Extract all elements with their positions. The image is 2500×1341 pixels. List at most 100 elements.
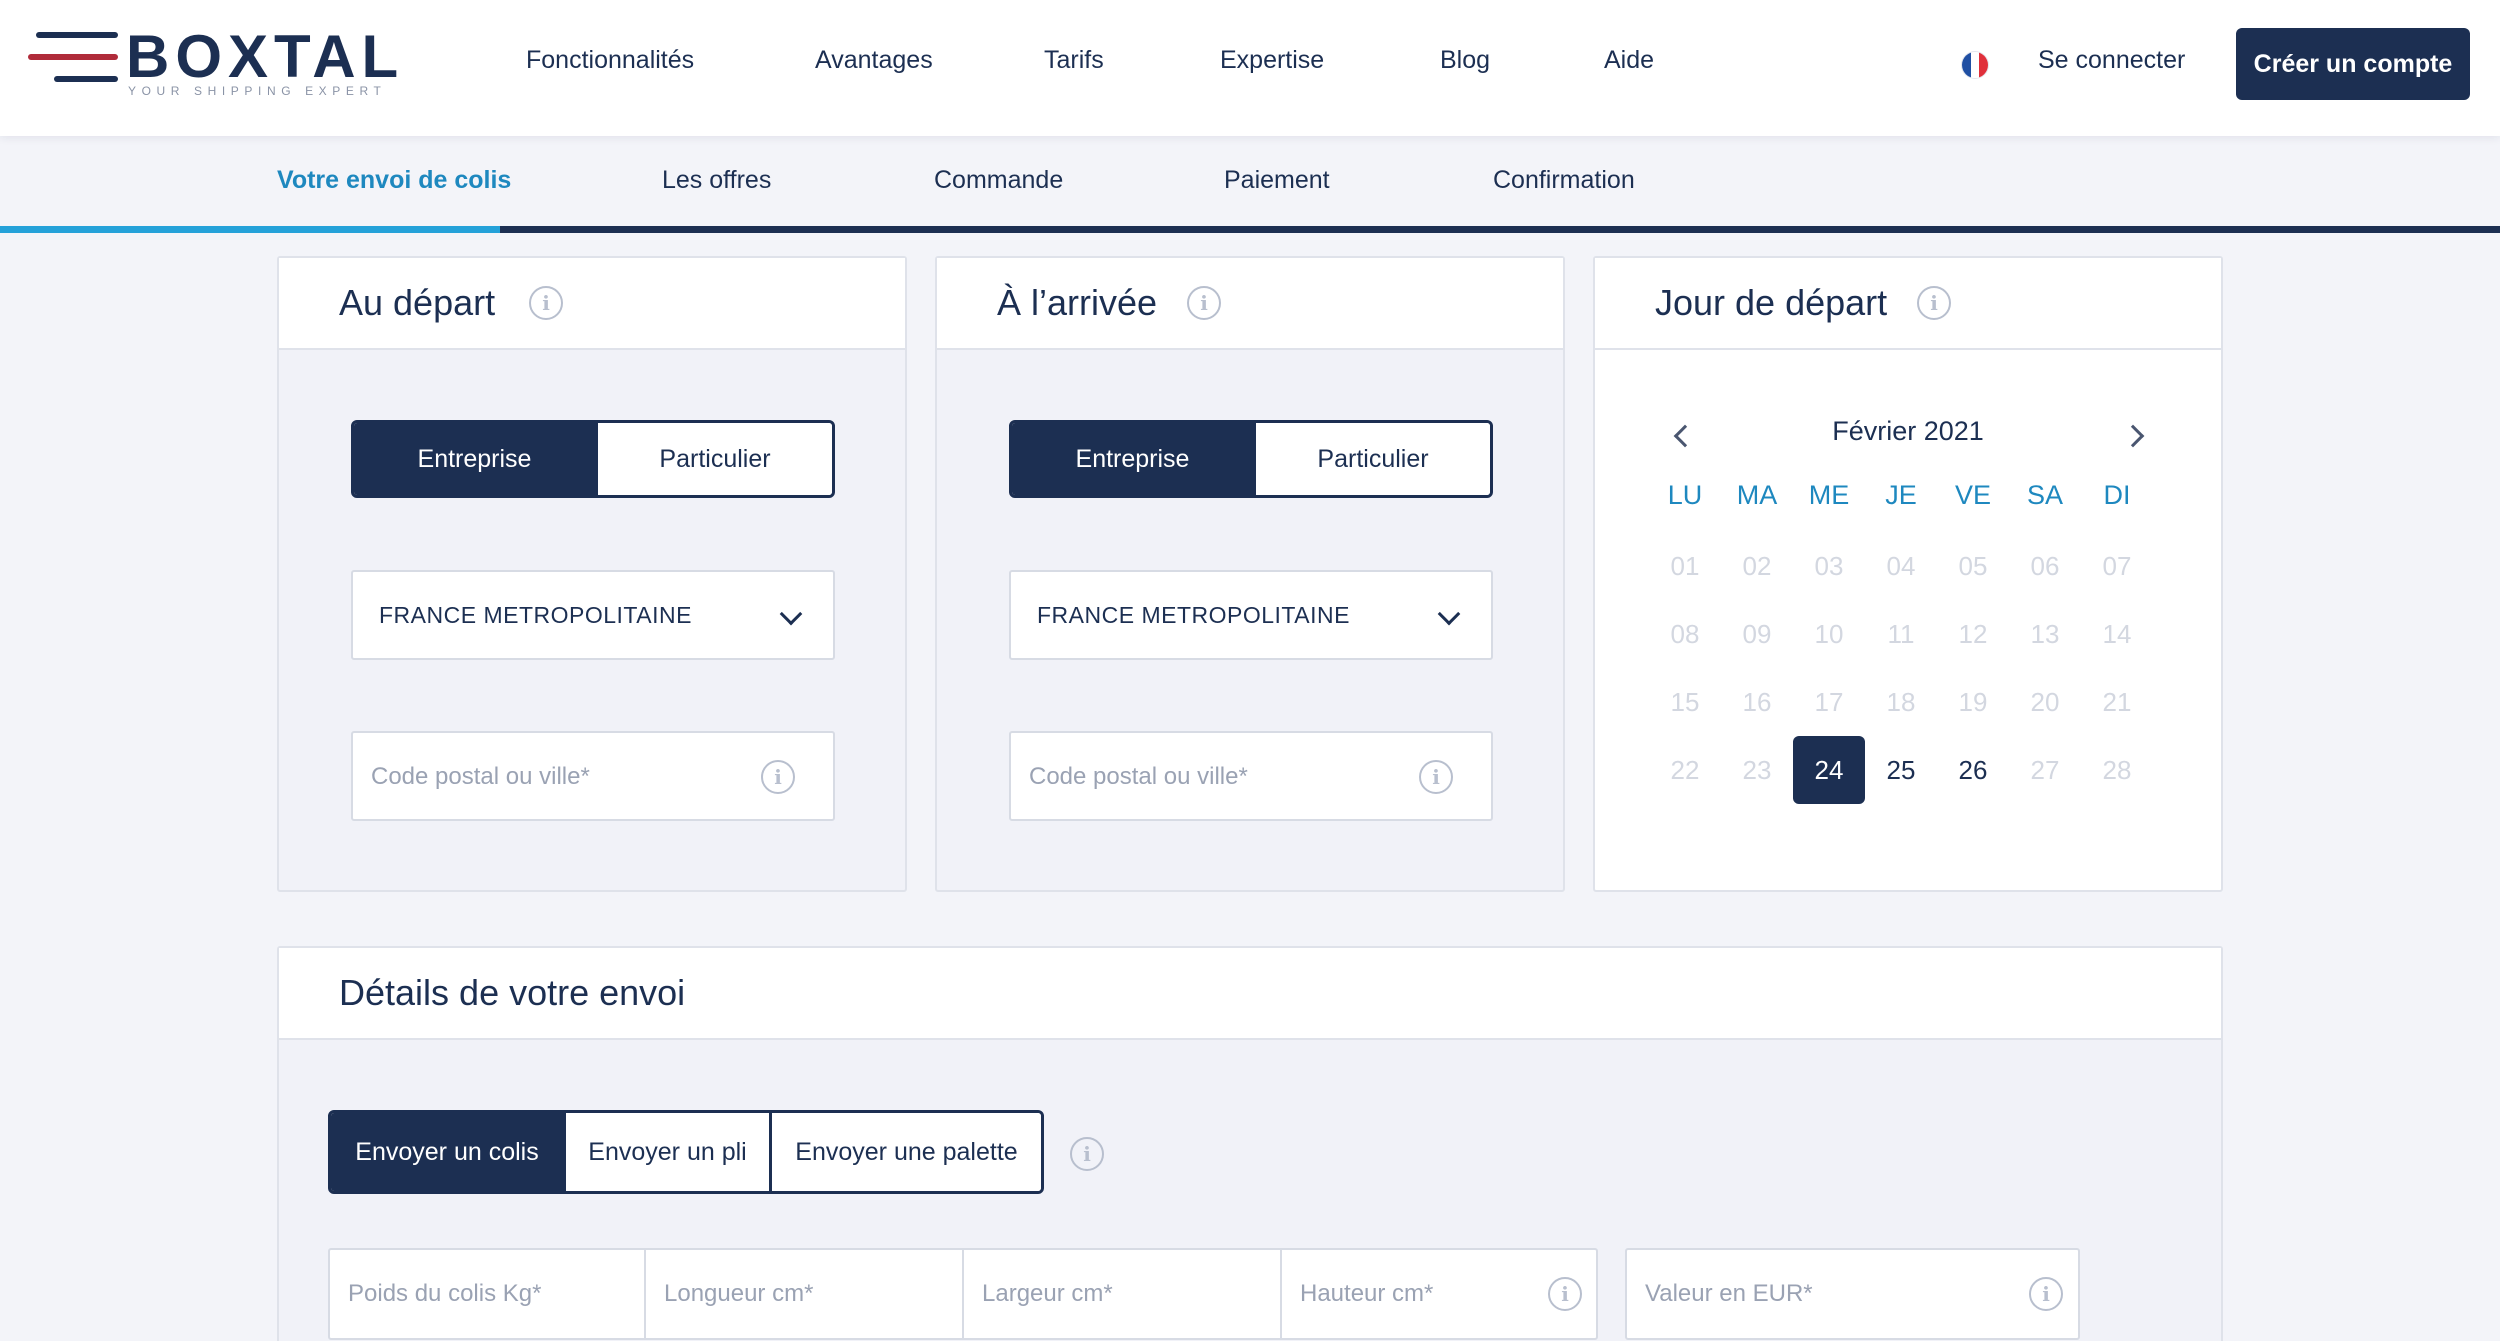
info-icon[interactable]: i [1419,760,1453,794]
arrival-country-value: FRANCE METROPOLITAINE [1037,602,1350,628]
calendar-day: 23 [1742,754,1772,785]
departure-card-header: Au départ i [279,258,905,350]
departure-title: Au départ [339,282,496,323]
width-placeholder: Largeur cm* [982,1280,1113,1307]
calendar-day: 15 [1670,686,1700,717]
step-paiement[interactable]: Paiement [1224,166,1330,195]
departure-country-value: FRANCE METROPOLITAINE [379,602,692,628]
calendar-day: 22 [1670,754,1700,785]
width-input[interactable]: Largeur cm* [964,1250,1282,1338]
calendar-day: 05 [1958,550,1988,581]
calendar-day: 03 [1814,550,1844,581]
calendar-day: 02 [1742,550,1772,581]
logo-stripe [36,32,118,38]
info-icon[interactable]: i [761,760,795,794]
logo-wordmark: BOXTAL [126,23,405,90]
step-confirmation[interactable]: Confirmation [1493,166,1635,195]
calendar-title: Jour de départ [1655,282,1888,323]
send-parcel-option[interactable]: Envoyer un colis [331,1113,563,1191]
declared-value-input[interactable]: Valeur en EUR* i [1625,1248,2080,1340]
weekday-label: SA [2026,480,2064,510]
arrival-type-toggle: Entreprise Particulier [1009,420,1493,498]
nav-avantages[interactable]: Avantages [815,46,933,75]
nav-expertise[interactable]: Expertise [1220,46,1324,75]
calendar-day: 20 [2030,686,2060,717]
shipment-details-header: Détails de votre envoi [279,948,2221,1040]
calendar-day: 06 [2030,550,2060,581]
height-input[interactable]: Hauteur cm* i [1282,1250,1596,1338]
departure-card: Au départ i Entreprise Particulier FRANC… [277,256,907,892]
arrival-country-select[interactable]: FRANCE METROPOLITAINE [1009,570,1493,660]
top-navigation: BOXTAL YOUR SHIPPING EXPERT Fonctionnali… [0,0,2500,136]
calendar-day: 01 [1670,550,1700,581]
weekday-label: JE [1885,480,1917,510]
length-input[interactable]: Longueur cm* [646,1250,964,1338]
nav-aide[interactable]: Aide [1604,46,1654,75]
france-flag-icon[interactable] [1962,52,1988,78]
departure-date-card: Jour de départ i Février 2021 LU MA ME JE VE… [1593,256,2223,892]
flag-red-band [1979,52,1988,78]
flag-blue-band [1962,52,1971,78]
departure-entreprise-option[interactable]: Entreprise [354,423,595,495]
arrival-card: À l’arrivée i Entreprise Particulier FRA… [935,256,1565,892]
departure-postal-placeholder: Code postal ou ville* [371,763,590,790]
calendar-day: 04 [1886,550,1916,581]
height-placeholder: Hauteur cm* [1300,1280,1434,1307]
calendar-day: 17 [1814,686,1844,717]
arrival-entreprise-option[interactable]: Entreprise [1012,423,1253,495]
shipment-details-title: Détails de votre envoi [339,972,686,1013]
calendar-day[interactable]: 25 [1865,736,1937,804]
info-icon[interactable]: i [1917,286,1951,320]
step-commande[interactable]: Commande [934,166,1063,195]
step-progress-fill [0,226,500,233]
weekday-label: MA [1736,480,1778,510]
flag-white-band [1970,52,1980,78]
weight-input[interactable]: Poids du colis Kg* [330,1250,646,1338]
nav-tarifs[interactable]: Tarifs [1044,46,1104,75]
departure-country-select[interactable]: FRANCE METROPOLITAINE [351,570,835,660]
departure-postal-input[interactable]: Code postal ou ville* i [351,731,835,821]
logo-tagline: YOUR SHIPPING EXPERT [128,84,387,98]
calendar-day-selected[interactable]: 24 [1793,736,1865,804]
calendar-day: 09 [1742,618,1772,649]
nav-blog[interactable]: Blog [1440,46,1490,75]
nav-fonctionnalites[interactable]: Fonctionnalités [526,46,694,75]
parcel-dimensions-group: Poids du colis Kg* Longueur cm* Largeur … [328,1248,1598,1340]
checkout-steps: Votre envoi de colis Les offres Commande… [0,136,2500,234]
calendar-day: 10 [1814,618,1844,649]
arrival-postal-input[interactable]: Code postal ou ville* i [1009,731,1493,821]
calendar-day: 13 [2030,618,2060,649]
departure-type-toggle: Entreprise Particulier [351,420,835,498]
info-icon[interactable]: i [1070,1137,1104,1171]
calendar-day: 18 [1886,686,1916,717]
boxtal-logo[interactable]: BOXTAL YOUR SHIPPING EXPERT [28,23,398,104]
chevron-down-icon [1437,602,1461,626]
send-letter-option[interactable]: Envoyer un pli [563,1113,769,1191]
step-votre-envoi[interactable]: Votre envoi de colis [277,166,511,195]
departure-particulier-option[interactable]: Particulier [595,423,832,495]
info-icon[interactable]: i [1187,286,1221,320]
logo-stripe [28,54,118,60]
arrival-title: À l’arrivée [997,282,1158,323]
calendar-day: 12 [1958,618,1988,649]
send-pallet-option[interactable]: Envoyer une palette [769,1113,1041,1191]
calendar-day[interactable]: 26 [1937,736,2009,804]
chevron-down-icon [779,602,803,626]
info-icon[interactable]: i [529,286,563,320]
arrival-card-header: À l’arrivée i [937,258,1563,350]
arrival-postal-placeholder: Code postal ou ville* [1029,763,1248,790]
step-les-offres[interactable]: Les offres [662,166,771,195]
info-icon[interactable]: i [2029,1277,2063,1311]
weight-placeholder: Poids du colis Kg* [348,1280,542,1307]
step-progress-bar [0,226,2500,233]
login-link[interactable]: Se connecter [2038,46,2185,75]
calendar-day: 14 [2102,618,2132,649]
calendar-day: 08 [1670,618,1700,649]
create-account-button[interactable]: Créer un compte [2236,28,2470,100]
calendar-day: 19 [1958,686,1988,717]
shipment-type-toggle: Envoyer un colis Envoyer un pli Envoyer … [328,1110,1044,1194]
calendar-day: 28 [2102,754,2132,785]
arrival-particulier-option[interactable]: Particulier [1253,423,1490,495]
calendar-day: 27 [2030,754,2060,785]
info-icon[interactable]: i [1548,1277,1582,1311]
